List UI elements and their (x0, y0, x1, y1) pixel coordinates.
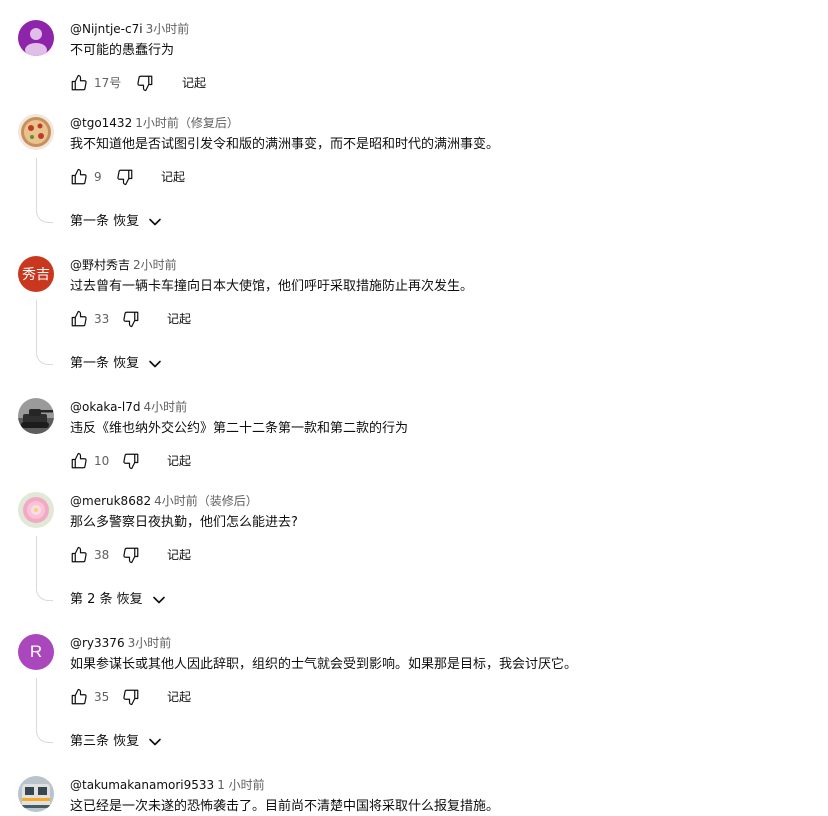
timestamp[interactable]: 3小时前 (146, 22, 190, 36)
like-count: 9 (94, 170, 102, 184)
reply-button[interactable]: 记起 (167, 310, 191, 328)
comment-actions: 38 记起 (70, 544, 330, 566)
reply-button[interactable]: 记起 (167, 452, 191, 470)
thread-connector (36, 158, 53, 223)
view-replies-button[interactable]: 第一条 恢复 (70, 211, 163, 233)
thumbs-up-icon[interactable] (70, 74, 88, 92)
like-count: 33 (94, 312, 110, 326)
thread-connector (36, 678, 53, 743)
author-name[interactable]: @takumakanamori9533 (70, 778, 214, 792)
comments-section: @Nijntje-c7i 3小时前 不可能的愚蠢行为 17号 记起 @tgo143… (0, 0, 828, 816)
comment-text: 过去曾有一辆卡车撞向日本大使馆，他们呼吁采取措施防止再次发生。 (70, 279, 474, 294)
chevron-down-icon (149, 218, 161, 226)
comment-actions: 33 记起 (70, 308, 330, 330)
comment-text: 违反《维也纳外交公约》第二十二条第一款和第二款的行为 (70, 421, 409, 436)
avatar[interactable]: R (18, 634, 54, 670)
thumbs-up-icon[interactable] (70, 688, 88, 706)
thread-connector (36, 536, 53, 601)
timestamp[interactable]: 1 小时前 (217, 778, 264, 792)
avatar-initials: 秀吉 (18, 256, 54, 292)
thumbs-up-icon[interactable] (70, 452, 88, 470)
default-avatar-icon (18, 20, 54, 56)
timestamp[interactable]: 3小时前 (128, 636, 172, 650)
avatar-initials: R (18, 634, 54, 670)
comment-actions: 35 记起 (70, 686, 330, 708)
timestamp[interactable]: 1小时前（修复后） (135, 116, 239, 130)
comment-header: @Nijntje-c7i 3小时前 (70, 20, 189, 38)
chevron-down-icon (149, 738, 161, 746)
replies-label: 第一条 恢复 (70, 214, 140, 229)
thumbs-down-icon[interactable] (116, 168, 134, 186)
comment-text: 我不知道他是否试图引发令和版的满洲事变，而不是昭和时代的满洲事变。 (70, 137, 500, 152)
replies-label: 第一条 恢复 (70, 356, 140, 371)
avatar[interactable]: 秀吉 (18, 256, 54, 292)
reply-button[interactable]: 记起 (167, 688, 191, 706)
avatar[interactable] (18, 776, 54, 812)
thumbs-down-icon[interactable] (122, 688, 140, 706)
reply-button[interactable]: 记起 (182, 74, 206, 92)
comment-header: @ry3376 3小时前 (70, 634, 171, 652)
comment-text: 如果参谋长或其他人因此辞职，组织的士气就会受到影响。如果那是目标，我会讨厌它。 (70, 657, 578, 672)
view-replies-button[interactable]: 第 2 条 恢复 (70, 589, 167, 611)
flower-avatar-icon (18, 492, 54, 528)
comment-header: @okaka-l7d 4小时前 (70, 398, 187, 416)
view-replies-button[interactable]: 第一条 恢复 (70, 353, 163, 375)
view-replies-button[interactable]: 第三条 恢复 (70, 731, 163, 753)
timestamp[interactable]: 4小时前（装修后） (154, 494, 258, 508)
comment-text: 这已经是一次未遂的恐怖袭击了。目前尚不清楚中国将采取什么报复措施。 (70, 799, 500, 814)
avatar[interactable] (18, 114, 54, 150)
pizza-avatar-icon (18, 114, 54, 150)
thumbs-down-icon[interactable] (122, 452, 140, 470)
avatar[interactable] (18, 492, 54, 528)
chevron-down-icon (149, 360, 161, 368)
timestamp[interactable]: 2小时前 (133, 258, 177, 272)
comment-actions: 17号 记起 (70, 72, 330, 94)
like-count: 35 (94, 690, 110, 704)
thumbs-down-icon[interactable] (122, 546, 140, 564)
author-name[interactable]: @Nijntje-c7i (70, 22, 143, 36)
author-name[interactable]: @okaka-l7d (70, 400, 140, 414)
like-count: 17号 (94, 76, 122, 90)
author-name[interactable]: @ry3376 (70, 636, 125, 650)
chevron-down-icon (152, 596, 165, 604)
comment-actions: 10 记起 (70, 450, 330, 472)
like-count: 38 (94, 548, 110, 562)
thumbs-down-icon[interactable] (122, 310, 140, 328)
thumbs-up-icon[interactable] (70, 168, 88, 186)
comment-text: 那么多警察日夜执勤，他们怎么能进去? (70, 515, 298, 530)
author-name[interactable]: @meruk8682 (70, 494, 151, 508)
comment-header: @tgo1432 1小时前（修复后） (70, 114, 239, 132)
train-avatar-icon (18, 776, 54, 812)
author-name[interactable]: @野村秀吉 (70, 258, 130, 272)
comment-header: @takumakanamori9533 1 小时前 (70, 776, 265, 794)
tank-avatar-icon (18, 398, 54, 434)
reply-button[interactable]: 记起 (161, 168, 185, 186)
thumbs-up-icon[interactable] (70, 546, 88, 564)
replies-label: 第 2 条 恢复 (70, 592, 143, 607)
avatar[interactable] (18, 20, 54, 56)
thumbs-up-icon[interactable] (70, 310, 88, 328)
avatar[interactable] (18, 398, 54, 434)
like-count: 10 (94, 454, 110, 468)
replies-label: 第三条 恢复 (70, 734, 140, 749)
comment-header: @野村秀吉 2小时前 (70, 256, 177, 274)
timestamp[interactable]: 4小时前 (143, 400, 187, 414)
reply-button[interactable]: 记起 (167, 546, 191, 564)
comment-header: @meruk8682 4小时前（装修后） (70, 492, 258, 510)
thread-connector (36, 300, 53, 365)
comment-actions: 9 记起 (70, 166, 330, 188)
comment-text: 不可能的愚蠢行为 (70, 43, 175, 58)
thumbs-down-icon[interactable] (136, 74, 154, 92)
author-name[interactable]: @tgo1432 (70, 116, 132, 130)
